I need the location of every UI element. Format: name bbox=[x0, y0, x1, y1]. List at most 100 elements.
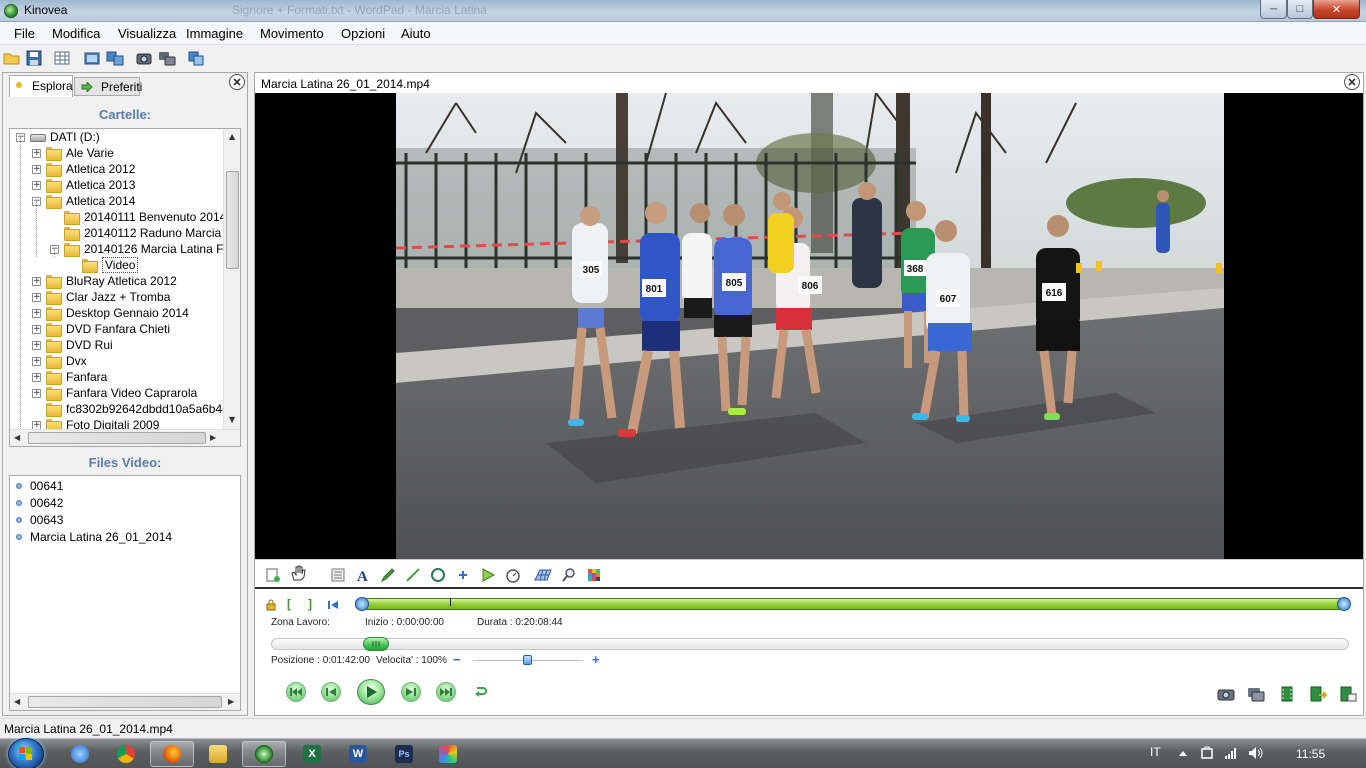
hand-tool-icon[interactable] bbox=[289, 564, 306, 581]
menu-visualizza[interactable]: Visualizza bbox=[118, 26, 176, 41]
menu-immagine[interactable]: Immagine bbox=[186, 26, 243, 41]
tree-node[interactable]: + Desktop Gennaio 2014 bbox=[10, 305, 224, 321]
tree-vertical-scrollbar[interactable]: ▲ ▼ bbox=[223, 129, 240, 431]
last-frame-button[interactable] bbox=[436, 682, 456, 702]
scroll-right-icon[interactable]: ▶ bbox=[210, 433, 216, 443]
tree-node[interactable]: − Atletica 2014 bbox=[10, 193, 224, 209]
maximize-button[interactable]: □ bbox=[1287, 0, 1313, 19]
volume-icon[interactable] bbox=[1248, 746, 1264, 760]
set-zone-end-button[interactable]: ] bbox=[308, 597, 312, 611]
expand-icon[interactable]: + bbox=[32, 373, 41, 382]
tree-node[interactable]: + Ale Varie bbox=[10, 145, 224, 161]
folder-tree[interactable]: − DATI (D:) + Ale Varie + Atletica 2012 + Atlet… bbox=[9, 128, 241, 447]
tree-hscroll-thumb[interactable] bbox=[28, 432, 206, 444]
export-diaporama-icon[interactable] bbox=[1339, 686, 1357, 702]
files-horizontal-scrollbar[interactable]: ◀ ▶ bbox=[10, 693, 240, 710]
expand-icon[interactable]: + bbox=[32, 389, 41, 398]
working-zone-bar[interactable] bbox=[355, 598, 1345, 610]
open-folder-icon[interactable] bbox=[3, 49, 21, 67]
expand-icon[interactable]: + bbox=[32, 293, 41, 302]
taskbar-chrome[interactable] bbox=[104, 741, 148, 767]
close-window-button[interactable]: ✕ bbox=[1313, 0, 1360, 19]
video-viewport[interactable]: 305 801 805 806 616 607 368 bbox=[255, 93, 1363, 559]
action-center-icon[interactable] bbox=[1200, 746, 1214, 760]
angle-tool-icon[interactable] bbox=[480, 567, 496, 583]
start-button[interactable] bbox=[8, 738, 44, 768]
tree-node[interactable]: + DVD Fanfara Chieti bbox=[10, 321, 224, 337]
minimize-button[interactable]: ─ bbox=[1260, 0, 1287, 19]
tree-horizontal-scrollbar[interactable]: ◀ ▶ bbox=[10, 429, 240, 446]
menu-opzioni[interactable]: Opzioni bbox=[341, 26, 385, 41]
position-slider-track[interactable] bbox=[271, 638, 1349, 650]
dual-screen-icon[interactable] bbox=[106, 49, 124, 67]
grid-plane-icon[interactable] bbox=[534, 567, 552, 583]
tree-node[interactable]: Video bbox=[10, 257, 224, 273]
single-screen-icon[interactable] bbox=[83, 49, 101, 67]
set-zone-start-button[interactable]: [ bbox=[287, 597, 291, 611]
tray-expand-icon[interactable] bbox=[1178, 749, 1188, 757]
expand-icon[interactable]: + bbox=[32, 309, 41, 318]
tree-node[interactable]: + BluRay Atletica 2012 bbox=[10, 273, 224, 289]
tree-node[interactable]: + Atletica 2012 bbox=[10, 161, 224, 177]
color-profile-icon[interactable] bbox=[586, 567, 602, 583]
taskbar-firefox[interactable] bbox=[150, 741, 194, 767]
tree-node[interactable]: + Atletica 2013 bbox=[10, 177, 224, 193]
tree-node[interactable]: 20140112 Raduno Marcia bbox=[10, 225, 224, 241]
video-frame[interactable]: 305 801 805 806 616 607 368 bbox=[396, 93, 1224, 559]
taskbar-kinovea[interactable] bbox=[242, 741, 286, 767]
close-player-button[interactable] bbox=[1344, 74, 1360, 90]
export-icon[interactable] bbox=[187, 49, 205, 67]
tree-node[interactable]: + Dvx bbox=[10, 353, 224, 369]
speed-decrease-button[interactable]: − bbox=[453, 652, 461, 667]
tree-node[interactable]: 20140111 Benvenuto 2014 bbox=[10, 209, 226, 225]
working-zone-end-handle[interactable] bbox=[1337, 597, 1351, 611]
scroll-down-icon[interactable]: ▼ bbox=[229, 415, 235, 425]
cross-marker-icon[interactable] bbox=[455, 567, 471, 583]
save-icon[interactable] bbox=[25, 49, 43, 67]
taskbar-excel[interactable]: X bbox=[290, 741, 334, 767]
menu-movimento[interactable]: Movimento bbox=[260, 26, 324, 41]
tree-node[interactable]: + DVD Rui bbox=[10, 337, 224, 353]
first-frame-button[interactable] bbox=[286, 682, 306, 702]
clock[interactable]: 11:55 bbox=[1296, 747, 1325, 761]
menu-modifica[interactable]: Modifica bbox=[52, 26, 100, 41]
grid-icon[interactable] bbox=[53, 49, 71, 67]
capture-icon[interactable] bbox=[135, 49, 153, 67]
speed-increase-button[interactable]: + bbox=[592, 652, 600, 667]
text-tool-icon[interactable]: A bbox=[355, 567, 371, 583]
chrono-icon[interactable] bbox=[505, 567, 521, 583]
tree-node[interactable]: + Clar Jazz + Tromba bbox=[10, 289, 224, 305]
title-bar[interactable]: Kinovea Signore + Formati.txt - WordPad … bbox=[0, 0, 1366, 22]
video-file-list[interactable]: 00641 00642 00643 Marcia Latina 26_01_20… bbox=[9, 475, 241, 711]
scroll-right-icon[interactable]: ▶ bbox=[228, 697, 234, 707]
expand-icon[interactable]: + bbox=[32, 341, 41, 350]
menu-aiuto[interactable]: Aiuto bbox=[401, 26, 431, 41]
expand-icon[interactable]: + bbox=[32, 325, 41, 334]
tab-preferiti[interactable]: Preferiti bbox=[74, 77, 142, 96]
tree-node[interactable]: − DATI (D:) bbox=[10, 129, 224, 145]
circle-tool-icon[interactable] bbox=[430, 567, 446, 583]
note-icon[interactable] bbox=[330, 567, 346, 583]
tree-node[interactable]: + Fanfara Video Caprarola bbox=[10, 385, 224, 401]
menu-file[interactable]: File bbox=[14, 26, 35, 41]
position-slider-thumb[interactable] bbox=[362, 637, 389, 651]
magnifier-icon[interactable] bbox=[561, 567, 577, 583]
scroll-up-icon[interactable]: ▲ bbox=[229, 132, 235, 142]
tree-node[interactable]: fc8302b92642dbdd10a5a6b4c6 bbox=[10, 401, 235, 417]
kinovea-app-icon[interactable] bbox=[4, 4, 18, 18]
dual-capture-icon[interactable] bbox=[158, 49, 176, 67]
previous-frame-button[interactable] bbox=[321, 682, 341, 702]
loop-icon[interactable] bbox=[473, 685, 487, 699]
next-frame-button[interactable] bbox=[401, 682, 421, 702]
pencil-icon[interactable] bbox=[380, 567, 396, 583]
export-video-icon[interactable] bbox=[1309, 686, 1327, 702]
line-tool-icon[interactable] bbox=[405, 567, 421, 583]
close-explorer-button[interactable] bbox=[229, 74, 245, 90]
expand-icon[interactable]: + bbox=[32, 181, 41, 190]
multi-snapshot-icon[interactable] bbox=[1247, 686, 1265, 702]
lock-icon[interactable] bbox=[265, 599, 277, 611]
expand-icon[interactable]: + bbox=[32, 357, 41, 366]
network-signal-icon[interactable] bbox=[1224, 746, 1238, 760]
taskbar-photoshop[interactable]: Ps bbox=[382, 741, 426, 767]
taskbar-ie[interactable] bbox=[58, 741, 102, 767]
